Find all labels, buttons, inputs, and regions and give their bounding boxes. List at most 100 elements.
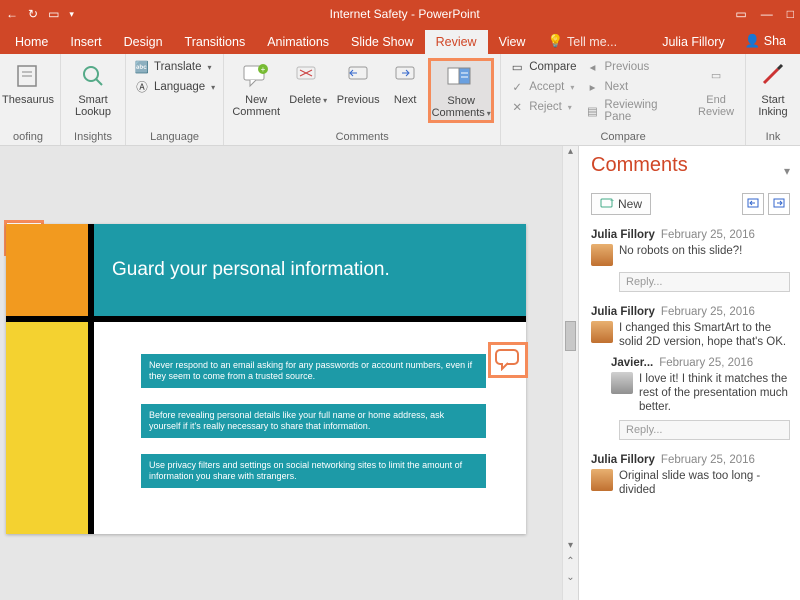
slide-yellow-block: [6, 322, 88, 534]
comment-thread[interactable]: Julia FilloryFebruary 25, 2016 I changed…: [591, 306, 790, 440]
previous-comment-button[interactable]: Previous: [334, 58, 382, 106]
next-slide-icon[interactable]: ⌄: [563, 572, 578, 588]
bulb-icon: 💡: [547, 34, 563, 49]
translate-icon: 🔤: [134, 59, 150, 75]
slide-title: Guard your personal information.: [94, 224, 526, 316]
comment-author: Julia Fillory: [591, 229, 655, 241]
group-comments: Comments: [230, 129, 494, 143]
tab-home[interactable]: Home: [4, 30, 59, 54]
comment-date: February 25, 2016: [661, 229, 755, 241]
avatar: [611, 372, 633, 394]
comment-date: February 25, 2016: [661, 306, 755, 318]
reviewing-pane-button[interactable]: ▤Reviewing Pane: [583, 98, 690, 124]
comment-bubble-icon: [495, 349, 521, 371]
previous-comment-icon: [342, 60, 374, 92]
avatar: [591, 469, 613, 491]
comment-thread[interactable]: Julia Fillory February 25, 2016 Original …: [591, 454, 790, 497]
compare-previous-button[interactable]: ◂Previous: [583, 58, 690, 76]
group-ink: Ink: [752, 129, 794, 143]
svg-text:+: +: [610, 198, 614, 205]
comments-prev-button[interactable]: [742, 193, 764, 215]
language-icon: Ⓐ: [134, 79, 150, 95]
comments-next-button[interactable]: [768, 193, 790, 215]
compare-button[interactable]: ▭Compare: [507, 58, 578, 76]
signed-in-user[interactable]: Julia Fillory: [652, 30, 735, 54]
group-compare: Compare: [507, 129, 739, 143]
start-slideshow-icon[interactable]: ▭: [48, 7, 59, 21]
ribbon: Thesaurus oofing Smart Lookup Insights 🔤…: [0, 54, 800, 146]
tab-review[interactable]: Review: [425, 30, 488, 54]
reject-icon: ✕: [509, 99, 525, 115]
comment-author: Julia Fillory: [591, 454, 655, 466]
thesaurus-button[interactable]: Thesaurus: [2, 58, 54, 106]
comment-text: No robots on this slide?!: [619, 244, 790, 266]
reject-button[interactable]: ✕Reject: [507, 98, 578, 116]
tab-insert[interactable]: Insert: [59, 30, 112, 54]
new-comment-pane-button[interactable]: + New: [591, 193, 651, 215]
show-comments-icon: [445, 61, 477, 93]
back-icon[interactable]: ←: [6, 7, 18, 21]
comment-text: Original slide was too long - divided: [619, 469, 790, 497]
new-comment-icon: +: [240, 60, 272, 92]
delete-comment-button[interactable]: Delete: [286, 58, 330, 107]
comment-text: I love it! I think it matches the rest o…: [639, 372, 790, 414]
slide-orange-block: [6, 224, 88, 316]
group-insights: Insights: [67, 129, 119, 143]
comments-pane-menu-icon[interactable]: ▾: [784, 164, 790, 178]
slide[interactable]: Guard your personal information. Never r…: [6, 224, 526, 534]
svg-text:+: +: [261, 65, 266, 74]
start-inking-button[interactable]: Start Inking: [752, 58, 794, 118]
avatar: [591, 244, 613, 266]
translate-button[interactable]: 🔤Translate: [132, 58, 217, 76]
comment-marker-inline[interactable]: [488, 342, 528, 378]
prev-slide-icon[interactable]: ⌃: [563, 556, 578, 572]
tab-slideshow[interactable]: Slide Show: [340, 30, 425, 54]
thesaurus-icon: [12, 60, 44, 92]
language-button[interactable]: ⒶLanguage: [132, 78, 217, 96]
delete-comment-icon: [292, 60, 324, 92]
next-comment-button[interactable]: Next: [386, 58, 424, 106]
slide-bullet-3: Use privacy filters and settings on soci…: [141, 454, 486, 488]
slide-editor[interactable]: Guard your personal information. Never r…: [0, 146, 562, 600]
comments-pane: Comments ▾ + New Julia FilloryFebruary 2…: [578, 146, 800, 600]
vertical-scrollbar[interactable]: ▴ ▾ ⌃ ⌄: [562, 146, 578, 600]
comment-date: February 25, 2016: [659, 357, 753, 369]
ink-icon: [757, 60, 789, 92]
scroll-down-icon[interactable]: ▾: [563, 540, 578, 556]
ribbon-display-icon[interactable]: ▭: [735, 7, 746, 21]
share-button[interactable]: 👤 Sha: [735, 29, 796, 54]
ribbon-tabs: Home Insert Design Transitions Animation…: [0, 28, 800, 54]
comment-text: I changed this SmartArt to the solid 2D …: [619, 321, 790, 349]
next-comment-icon: [389, 60, 421, 92]
reviewing-pane-icon: ▤: [585, 103, 601, 119]
tell-me[interactable]: 💡Tell me...: [536, 29, 628, 54]
comment-thread[interactable]: Julia Fillory February 25, 2016 No robots…: [591, 229, 790, 292]
new-comment-button[interactable]: + New Comment: [230, 58, 282, 118]
tab-view[interactable]: View: [488, 30, 537, 54]
next-change-icon: ▸: [585, 79, 601, 95]
scroll-thumb[interactable]: [565, 321, 576, 351]
avatar: [591, 321, 613, 343]
end-review-button[interactable]: ▭ End Review: [693, 58, 739, 118]
comment-date: February 25, 2016: [661, 454, 755, 466]
tab-animations[interactable]: Animations: [256, 30, 340, 54]
maximize-icon[interactable]: □: [787, 7, 794, 21]
show-comments-button[interactable]: Show Comments: [428, 58, 494, 123]
reply-input[interactable]: Reply...: [619, 272, 790, 292]
minimize-icon[interactable]: —: [761, 7, 773, 21]
tab-design[interactable]: Design: [113, 30, 174, 54]
redo-icon[interactable]: ↻: [28, 7, 38, 21]
slide-bullet-2: Before revealing personal details like y…: [141, 404, 486, 438]
comment-author: Javier...: [611, 357, 653, 369]
window-title: Internet Safety - PowerPoint: [74, 7, 735, 21]
reply-input[interactable]: Reply...: [619, 420, 790, 440]
accept-icon: ✓: [509, 79, 525, 95]
scroll-up-icon[interactable]: ▴: [563, 146, 578, 162]
comments-pane-title: Comments: [591, 154, 688, 177]
smart-lookup-icon: [77, 60, 109, 92]
tab-transitions[interactable]: Transitions: [174, 30, 257, 54]
accept-button[interactable]: ✓Accept: [507, 78, 578, 96]
smart-lookup-button[interactable]: Smart Lookup: [67, 58, 119, 118]
slide-bullet-1: Never respond to an email asking for any…: [141, 354, 486, 388]
compare-next-button[interactable]: ▸Next: [583, 78, 690, 96]
